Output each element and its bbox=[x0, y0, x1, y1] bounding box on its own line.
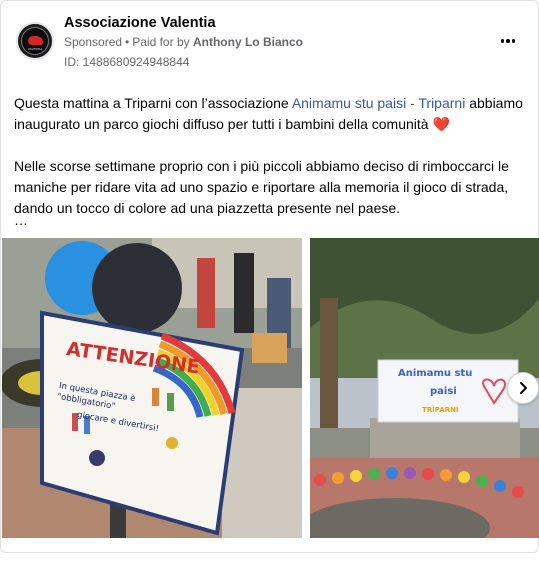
sponsored-label[interactable]: Sponsored bbox=[64, 35, 122, 49]
more-dot-icon bbox=[500, 39, 505, 43]
banner-line-1: Animamu stu bbox=[398, 368, 473, 379]
more-dot-icon bbox=[506, 39, 510, 43]
avatar-logo-text: VALENTIA bbox=[27, 47, 43, 51]
sponsored-meta: Sponsored • Paid for by Anthony Lo Bianco bbox=[64, 35, 303, 49]
banner-line-3: TRIPARNI bbox=[422, 406, 459, 414]
post-paragraph-2: Nelle scorse settimane proprio con i più… bbox=[14, 158, 509, 216]
carousel-next-button[interactable] bbox=[507, 372, 539, 404]
paid-for-label: Paid for by bbox=[132, 35, 190, 49]
more-dot-icon bbox=[511, 39, 516, 43]
payer-name: Anthony Lo Bianco bbox=[192, 35, 303, 49]
page-name-link[interactable]: Associazione Valentia bbox=[64, 15, 216, 31]
card-bottom-spacer bbox=[0, 553, 539, 561]
banner-square-photo bbox=[310, 238, 539, 538]
carousel-image-1[interactable]: ATTENZIONE In questa piazza è "obbligato… bbox=[2, 238, 302, 538]
logo-mark bbox=[28, 36, 43, 45]
more-options-button[interactable] bbox=[498, 31, 518, 51]
playground-sign-photo bbox=[2, 238, 302, 538]
carousel-image-2[interactable]: Animamu stu paisi TRIPARNI bbox=[310, 238, 539, 538]
banner-line-2: paisi bbox=[430, 386, 457, 397]
see-more-ellipsis[interactable]: … bbox=[14, 212, 28, 228]
meta-separator: • bbox=[125, 35, 130, 49]
avatar-logo: VALENTIA bbox=[21, 27, 49, 55]
media-carousel: ATTENZIONE In questa piazza è "obbligato… bbox=[1, 238, 539, 538]
heart-emoji: ❤️ bbox=[432, 116, 450, 132]
post-text-segment: Questa mattina a Triparni con l’associaz… bbox=[14, 95, 292, 111]
chevron-right-icon bbox=[520, 382, 527, 394]
associazione-link[interactable]: Animamu stu paisi - Triparni bbox=[292, 95, 466, 111]
ad-id: ID: 1488680924948844 bbox=[64, 55, 190, 69]
post-paragraph-1: Questa mattina a Triparni con l’associaz… bbox=[14, 93, 529, 135]
post-text: Questa mattina a Triparni con l’associaz… bbox=[14, 93, 529, 240]
page-avatar[interactable]: VALENTIA bbox=[16, 22, 54, 60]
ad-card: VALENTIA Associazione Valentia Sponsored… bbox=[0, 0, 539, 553]
